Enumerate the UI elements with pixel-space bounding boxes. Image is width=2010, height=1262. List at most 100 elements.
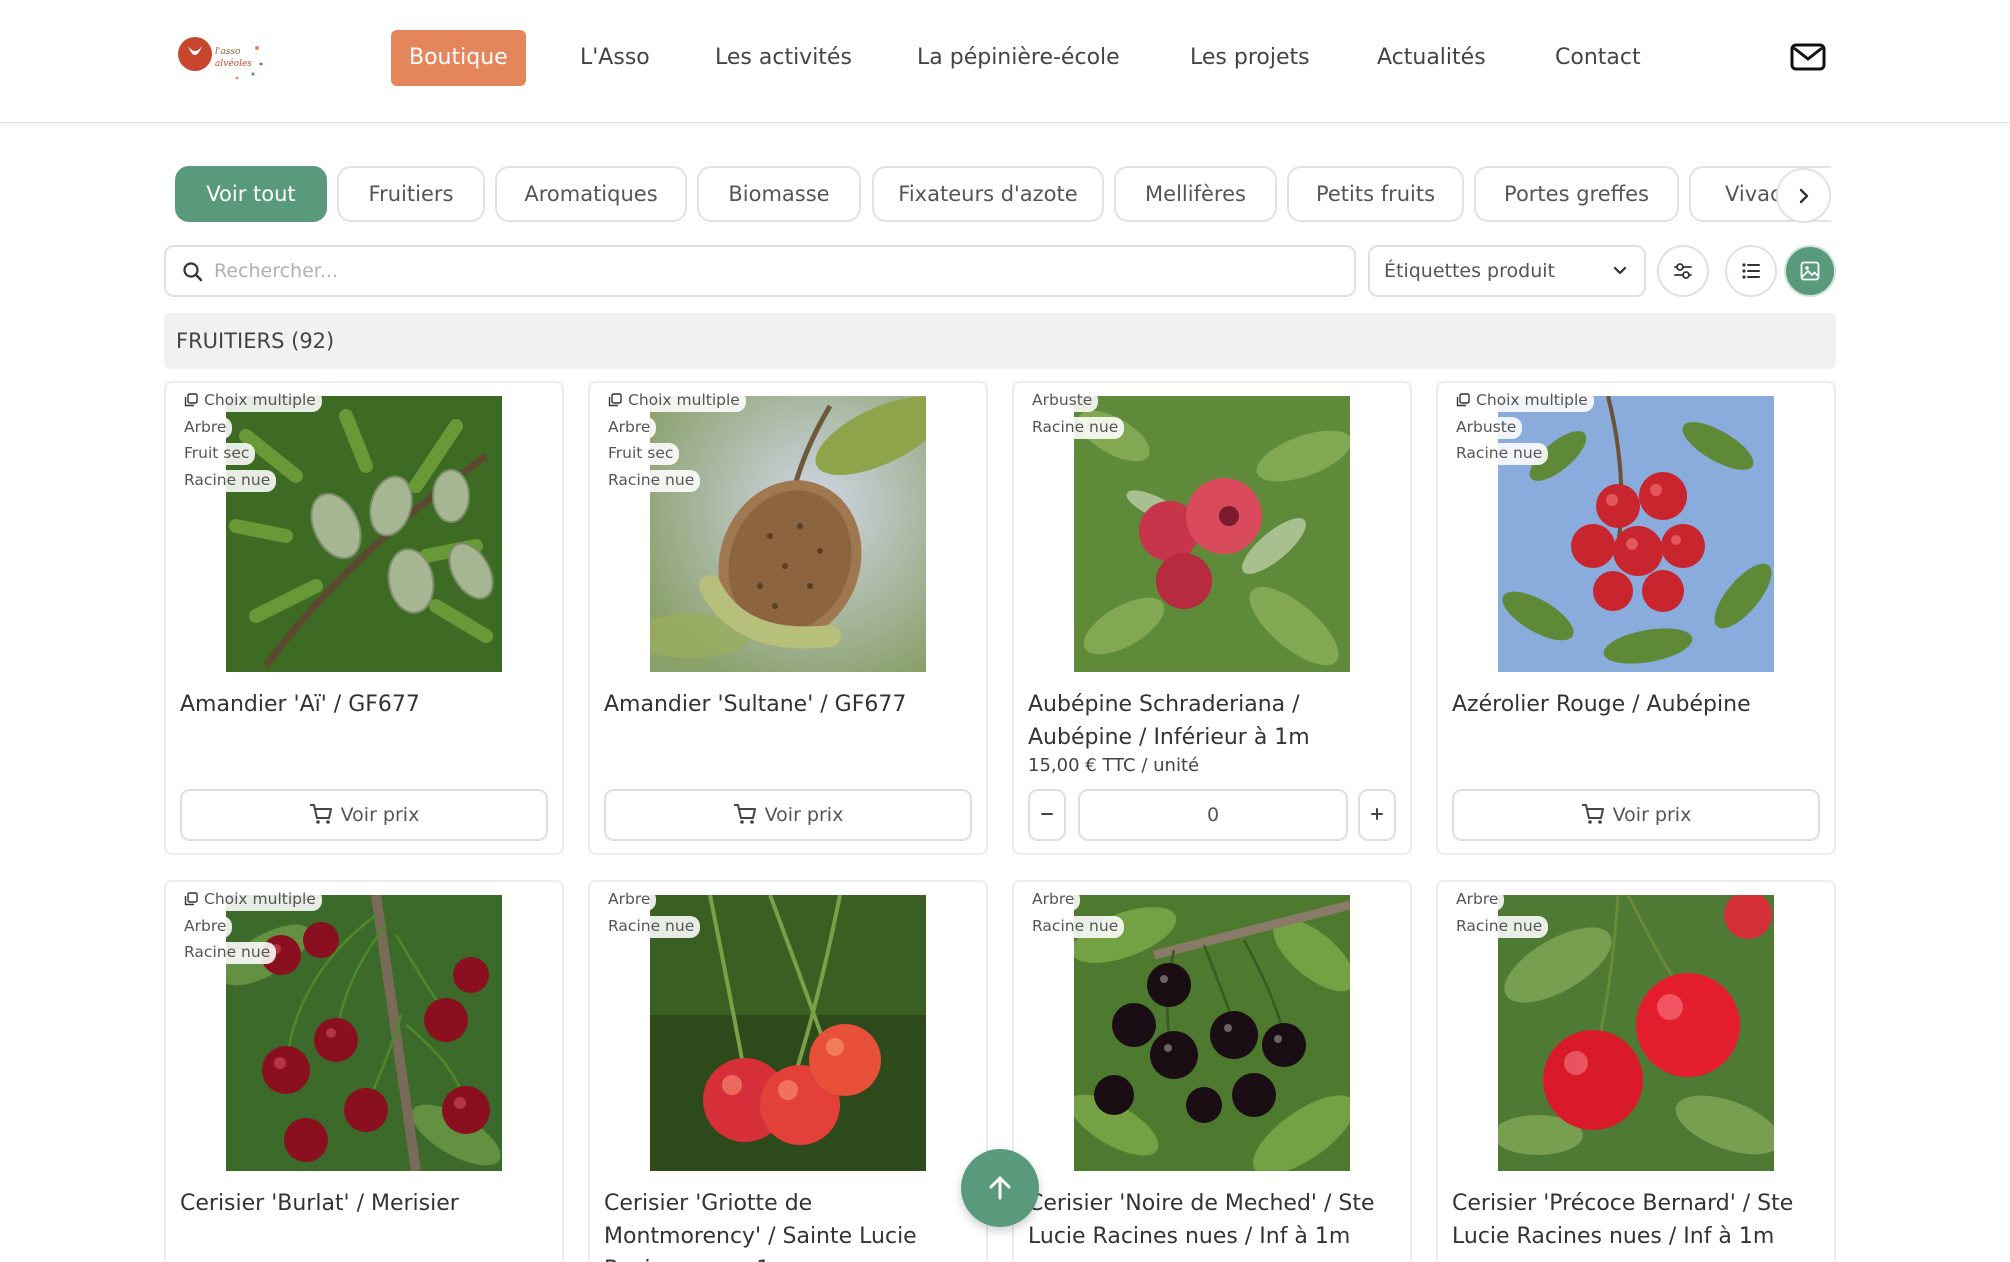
product-card[interactable]: Choix multiple Arbre Racine nue Cerisier… xyxy=(164,880,564,1262)
quantity-input[interactable]: 0 xyxy=(1078,789,1348,841)
product-card[interactable]: Arbuste Racine nue Aubépine Schraderiana… xyxy=(1012,381,1412,855)
product-name[interactable]: Amandier 'Sultane' / GF677 xyxy=(604,688,976,721)
chip-petits-fruits[interactable]: Petits fruits xyxy=(1287,166,1464,222)
product-badges: Choix multiple Arbuste Racine nue xyxy=(1452,390,1594,470)
product-card[interactable]: Choix multiple Arbre Fruit sec Racine nu… xyxy=(164,381,564,855)
chip-biomasse[interactable]: Biomasse xyxy=(697,166,861,222)
product-name[interactable]: Cerisier 'Précoce Bernard' / Ste Lucie R… xyxy=(1452,1187,1824,1253)
nav-pepiniere-ecole[interactable]: La pépinière-école xyxy=(917,30,1120,86)
site-logo[interactable]: l'asso alvéoles xyxy=(175,28,265,84)
product-name[interactable]: Azérolier Rouge / Aubépine xyxy=(1452,688,1824,721)
badge-label: Racine nue xyxy=(180,942,277,964)
see-price-button[interactable]: Voir prix xyxy=(180,789,548,841)
site-header: l'asso alvéoles Boutique L'Asso Les acti… xyxy=(0,0,2010,123)
nav-projets[interactable]: Les projets xyxy=(1190,30,1310,86)
filter-button[interactable] xyxy=(1657,245,1709,297)
see-price-label: Voir prix xyxy=(1612,804,1692,826)
chips-next-button[interactable] xyxy=(1776,168,1831,223)
image-view-icon xyxy=(1800,261,1820,281)
badge-label: Arbuste xyxy=(1028,390,1099,412)
product-badges: Choix multiple Arbre Racine nue xyxy=(180,889,322,969)
nav-actualites[interactable]: Actualités xyxy=(1377,30,1486,86)
product-badges: Arbre Racine nue xyxy=(604,889,701,942)
product-card[interactable]: Choix multiple Arbre Fruit sec Racine nu… xyxy=(588,381,988,855)
quantity-decrease-button[interactable] xyxy=(1028,789,1066,841)
badge-label: Racine nue xyxy=(1028,416,1125,439)
minus-icon xyxy=(1041,813,1053,815)
badge-choix-multiple: Choix multiple xyxy=(180,889,322,911)
product-card[interactable]: Arbre Racine nue Cerisier 'Griotte de Mo… xyxy=(588,880,988,1262)
product-badges: Arbre Racine nue xyxy=(1452,889,1549,942)
envelope-icon[interactable] xyxy=(1790,42,1826,72)
filter-icon xyxy=(1674,263,1692,279)
product-tags-select-value: Étiquettes produit xyxy=(1384,260,1555,282)
product-card[interactable]: Arbre Racine nue Cerisier 'Précoce Berna… xyxy=(1436,880,1836,1262)
chevron-down-icon xyxy=(1613,266,1627,275)
badge-label: Choix multiple xyxy=(1476,391,1588,409)
category-chips: Voir tout Fruitiers Aromatiques Biomasse… xyxy=(175,166,1831,223)
badge-label: Arbre xyxy=(1452,889,1505,911)
see-price-label: Voir prix xyxy=(340,804,420,826)
product-price: 15,00 € TTC / unité xyxy=(1028,755,1200,776)
badge-label: Fruit sec xyxy=(604,443,680,465)
badge-label: Arbre xyxy=(1028,889,1081,911)
product-card[interactable]: Arbre Racine nue Cerisier 'Noire de Mech… xyxy=(1012,880,1412,1262)
chip-voir-tout[interactable]: Voir tout xyxy=(175,166,327,222)
see-price-button[interactable]: Voir prix xyxy=(1452,789,1820,841)
arrow-up-icon xyxy=(989,1176,1011,1200)
badge-label: Arbre xyxy=(180,915,233,938)
badge-label: Choix multiple xyxy=(204,890,316,908)
product-name[interactable]: Cerisier 'Burlat' / Merisier xyxy=(180,1187,552,1220)
product-badges: Choix multiple Arbre Fruit sec Racine nu… xyxy=(604,390,746,496)
nav-asso[interactable]: L'Asso xyxy=(580,30,650,86)
back-to-top-button[interactable] xyxy=(961,1149,1039,1227)
badge-label: Arbre xyxy=(604,889,657,911)
chip-melliferes[interactable]: Mellifères xyxy=(1114,166,1277,222)
list-view-button[interactable] xyxy=(1725,245,1777,297)
badge-label: Racine nue xyxy=(180,469,277,492)
product-badges: Arbre Racine nue xyxy=(1028,889,1125,942)
svg-text:alvéoles: alvéoles xyxy=(215,58,252,69)
multiple-choice-icon xyxy=(184,892,198,906)
chip-portes-greffes[interactable]: Portes greffes xyxy=(1474,166,1679,222)
cart-icon xyxy=(733,804,756,824)
badge-choix-multiple: Choix multiple xyxy=(1452,390,1594,412)
multiple-choice-icon xyxy=(1456,393,1470,407)
badge-label: Racine nue xyxy=(1452,915,1549,938)
badge-label: Arbre xyxy=(604,416,657,439)
product-name[interactable]: Cerisier 'Griotte de Montmorency' / Sain… xyxy=(604,1187,976,1262)
search-icon xyxy=(183,262,203,282)
badge-choix-multiple: Choix multiple xyxy=(604,390,746,412)
chip-fruitiers[interactable]: Fruitiers xyxy=(337,166,485,222)
badge-label: Choix multiple xyxy=(628,391,740,409)
product-badges: Choix multiple Arbre Fruit sec Racine nu… xyxy=(180,390,322,496)
product-card[interactable]: Choix multiple Arbuste Racine nue Azérol… xyxy=(1436,381,1836,855)
product-badges: Arbuste Racine nue xyxy=(1028,390,1125,443)
product-name[interactable]: Aubépine Schraderiana / Aubépine / Infér… xyxy=(1028,688,1400,754)
see-price-button[interactable]: Voir prix xyxy=(604,789,972,841)
product-name[interactable]: Amandier 'Aï' / GF677 xyxy=(180,688,552,721)
badge-label: Racine nue xyxy=(1452,443,1549,465)
svg-text:l'asso: l'asso xyxy=(215,47,241,57)
see-price-label: Voir prix xyxy=(764,804,844,826)
product-name[interactable]: Cerisier 'Noire de Meched' / Ste Lucie R… xyxy=(1028,1187,1400,1253)
nav-boutique[interactable]: Boutique xyxy=(391,30,526,86)
chip-fixateurs-azote[interactable]: Fixateurs d'azote xyxy=(872,166,1104,222)
product-tags-select[interactable]: Étiquettes produit xyxy=(1368,245,1646,297)
multiple-choice-icon xyxy=(608,393,622,407)
cart-icon xyxy=(309,804,332,824)
chip-aromatiques[interactable]: Aromatiques xyxy=(495,166,687,222)
search-field[interactable] xyxy=(164,245,1356,297)
badge-label: Arbuste xyxy=(1452,416,1523,439)
nav-contact[interactable]: Contact xyxy=(1555,30,1641,86)
badge-label: Racine nue xyxy=(604,915,701,938)
badge-label: Arbre xyxy=(180,416,233,439)
nav-activites[interactable]: Les activités xyxy=(715,30,852,86)
search-input[interactable] xyxy=(214,255,1314,287)
grid-view-button[interactable] xyxy=(1784,245,1836,297)
badge-choix-multiple: Choix multiple xyxy=(180,390,322,412)
quantity-increase-button[interactable] xyxy=(1358,789,1396,841)
badge-label: Fruit sec xyxy=(180,443,256,465)
badge-label: Racine nue xyxy=(1028,915,1125,938)
cart-icon xyxy=(1581,804,1604,824)
